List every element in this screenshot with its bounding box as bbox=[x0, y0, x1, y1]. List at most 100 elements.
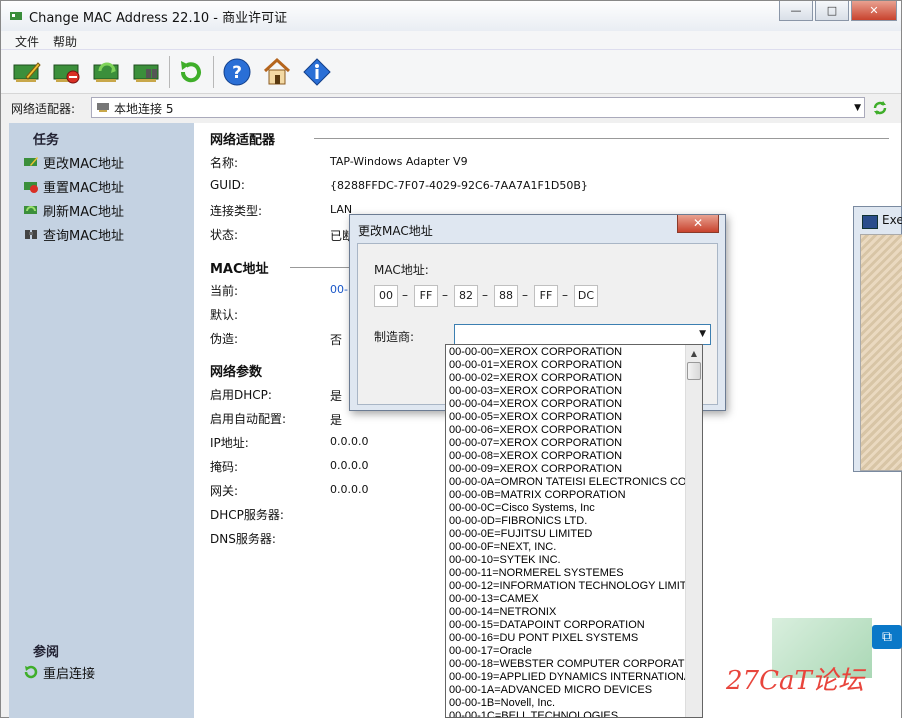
help-button[interactable]: ? bbox=[221, 56, 253, 88]
field-label: 默认: bbox=[210, 308, 239, 322]
ref-title: 参阅 bbox=[33, 645, 60, 660]
mac-separator: – bbox=[482, 288, 488, 302]
reset-mac-button[interactable] bbox=[51, 56, 83, 88]
section-divider bbox=[314, 138, 889, 139]
task-label: 重置MAC地址 bbox=[43, 180, 124, 196]
background-window[interactable]: Exe bbox=[853, 206, 902, 472]
app-icon bbox=[862, 215, 878, 229]
menu-bar: 文件 帮助 bbox=[1, 31, 901, 50]
vendor-option[interactable]: 00-00-0B=MATRIX CORPORATION bbox=[449, 489, 685, 502]
vendor-option[interactable]: 00-00-16=DU PONT PIXEL SYSTEMS bbox=[449, 632, 685, 645]
vendor-option[interactable]: 00-00-0D=FIBRONICS LTD. bbox=[449, 515, 685, 528]
vendor-option[interactable]: 00-00-10=SYTEK INC. bbox=[449, 554, 685, 567]
vendor-option[interactable]: 00-00-13=CAMEX bbox=[449, 593, 685, 606]
home-icon bbox=[263, 57, 291, 85]
mac-segment-4[interactable]: 88 bbox=[494, 285, 518, 307]
refresh-mac-button[interactable] bbox=[91, 56, 123, 88]
vendor-items: 00-00-00=XEROX CORPORATION 00-00-01=XEROX… bbox=[449, 346, 685, 717]
mac-segment-6[interactable]: DC bbox=[574, 285, 598, 307]
vendor-option[interactable]: 00-00-14=NETRONIX bbox=[449, 606, 685, 619]
info-icon bbox=[303, 58, 331, 86]
vendor-option[interactable]: 00-00-0C=Cisco Systems, Inc bbox=[449, 502, 685, 515]
minimize-button[interactable]: — bbox=[779, 1, 813, 21]
close-button[interactable]: ✕ bbox=[851, 1, 897, 21]
vendor-option[interactable]: 00-00-18=WEBSTER COMPUTER CORPORATION bbox=[449, 658, 685, 671]
task-reset-mac[interactable]: 重置MAC地址 bbox=[23, 177, 124, 196]
mac-segment-5[interactable]: FF bbox=[534, 285, 558, 307]
task-refresh-mac[interactable]: 刷新MAC地址 bbox=[23, 201, 124, 220]
task-label: 查询MAC地址 bbox=[43, 228, 124, 244]
scrollbar-thumb[interactable] bbox=[687, 362, 701, 380]
change-mac-button[interactable] bbox=[11, 56, 43, 88]
vendor-dropdown-list[interactable]: 00-00-00=XEROX CORPORATION 00-00-01=XEROX… bbox=[445, 344, 703, 718]
vendor-option[interactable]: 00-00-05=XEROX CORPORATION bbox=[449, 411, 685, 424]
field-label: 连接类型: bbox=[210, 204, 263, 218]
vendor-option[interactable]: 00-00-17=Oracle bbox=[449, 645, 685, 658]
vendor-option[interactable]: 00-00-1C=BELL TECHNOLOGIES bbox=[449, 710, 685, 717]
field-label: DNS服务器: bbox=[210, 532, 276, 546]
field-label: 名称: bbox=[210, 156, 239, 170]
vendor-option[interactable]: 00-00-09=XEROX CORPORATION bbox=[449, 463, 685, 476]
menu-help[interactable]: 帮助 bbox=[53, 33, 77, 50]
vendor-option[interactable]: 00-00-12=INFORMATION TECHNOLOGY LIMITED bbox=[449, 580, 685, 593]
vendor-label: 制造商: bbox=[374, 330, 415, 344]
title-bar[interactable]: Change MAC Address 22.10 - 商业许可证 — □ ✕ bbox=[1, 1, 901, 31]
vendor-option[interactable]: 00-00-1A=ADVANCED MICRO DEVICES bbox=[449, 684, 685, 697]
vendor-option[interactable]: 00-00-0E=FUJITSU LIMITED bbox=[449, 528, 685, 541]
vendor-option[interactable]: 00-00-15=DATAPOINT CORPORATION bbox=[449, 619, 685, 632]
query-mac-button[interactable] bbox=[131, 56, 163, 88]
dialog-title: 更改MAC地址 bbox=[358, 224, 433, 238]
dropdown-scrollbar[interactable]: ▲ bbox=[685, 345, 702, 717]
section-divider bbox=[290, 267, 350, 268]
maximize-button[interactable]: □ bbox=[815, 1, 849, 21]
vendor-option[interactable]: 00-00-07=XEROX CORPORATION bbox=[449, 437, 685, 450]
mac-separator: – bbox=[402, 288, 408, 302]
ref-label: 重启连接 bbox=[43, 666, 96, 682]
vendor-option[interactable]: 00-00-0F=NEXT, INC. bbox=[449, 541, 685, 554]
info-button[interactable] bbox=[301, 56, 333, 88]
task-query-mac[interactable]: 查询MAC地址 bbox=[23, 225, 124, 244]
mac-segment-1[interactable]: 00 bbox=[374, 285, 398, 307]
watermark: 27CaT论坛 bbox=[726, 666, 864, 696]
vendor-option[interactable]: 00-00-02=XEROX CORPORATION bbox=[449, 372, 685, 385]
vendor-option[interactable]: 00-00-06=XEROX CORPORATION bbox=[449, 424, 685, 437]
mac-segment-2[interactable]: FF bbox=[414, 285, 438, 307]
vendor-option[interactable]: 00-00-19=APPLIED DYNAMICS INTERNATIONAL bbox=[449, 671, 685, 684]
menu-file[interactable]: 文件 bbox=[15, 33, 39, 50]
vendor-option[interactable]: 00-00-08=XEROX CORPORATION bbox=[449, 450, 685, 463]
toolbar-separator bbox=[213, 56, 214, 88]
ip-value: 0.0.0.0 bbox=[330, 435, 369, 448]
toolbar-separator bbox=[169, 56, 170, 88]
dialog-close-button[interactable]: ✕ bbox=[677, 215, 719, 233]
reload-button[interactable] bbox=[175, 56, 207, 88]
reload-icon bbox=[180, 61, 201, 83]
field-label: IP地址: bbox=[210, 436, 249, 450]
refresh-mac-icon bbox=[93, 62, 119, 82]
vendor-option[interactable]: 00-00-01=XEROX CORPORATION bbox=[449, 359, 685, 372]
adapter-select[interactable]: 本地连接 5 ▼ bbox=[91, 97, 865, 118]
scroll-up-icon[interactable]: ▲ bbox=[686, 345, 702, 362]
vendor-option[interactable]: 00-00-04=XEROX CORPORATION bbox=[449, 398, 685, 411]
vendor-option[interactable]: 00-00-1B=Novell, Inc. bbox=[449, 697, 685, 710]
vendor-option[interactable]: 00-00-0A=OMRON TATEISI ELECTRONICS CO. bbox=[449, 476, 685, 489]
vendor-option[interactable]: 00-00-00=XEROX CORPORATION bbox=[449, 346, 685, 359]
taskbar-app-icon[interactable]: ⧉ bbox=[872, 625, 902, 649]
vendor-select[interactable]: ▼ bbox=[454, 324, 711, 345]
mac-segment-3[interactable]: 82 bbox=[454, 285, 478, 307]
vendor-option[interactable]: 00-00-11=NORMEREL SYSTEMES bbox=[449, 567, 685, 580]
tasks-title: 任务 bbox=[33, 133, 60, 148]
task-change-mac[interactable]: 更改MAC地址 bbox=[23, 153, 124, 172]
field-label: 启用自动配置: bbox=[210, 412, 287, 426]
mac-section-title: MAC地址 bbox=[210, 262, 269, 277]
vendor-option[interactable]: 00-00-03=XEROX CORPORATION bbox=[449, 385, 685, 398]
mac-separator: – bbox=[522, 288, 528, 302]
refresh-adapter-icon[interactable] bbox=[871, 99, 889, 117]
autoconfig-value: 是 bbox=[330, 413, 343, 427]
home-button[interactable] bbox=[261, 56, 293, 88]
change-mac-icon bbox=[24, 157, 38, 166]
chevron-down-icon: ▼ bbox=[854, 103, 861, 113]
field-label: 掩码: bbox=[210, 460, 239, 474]
ref-restart-connection[interactable]: 重启连接 bbox=[23, 663, 96, 682]
field-label: DHCP服务器: bbox=[210, 508, 284, 522]
field-label: GUID: bbox=[210, 178, 245, 192]
